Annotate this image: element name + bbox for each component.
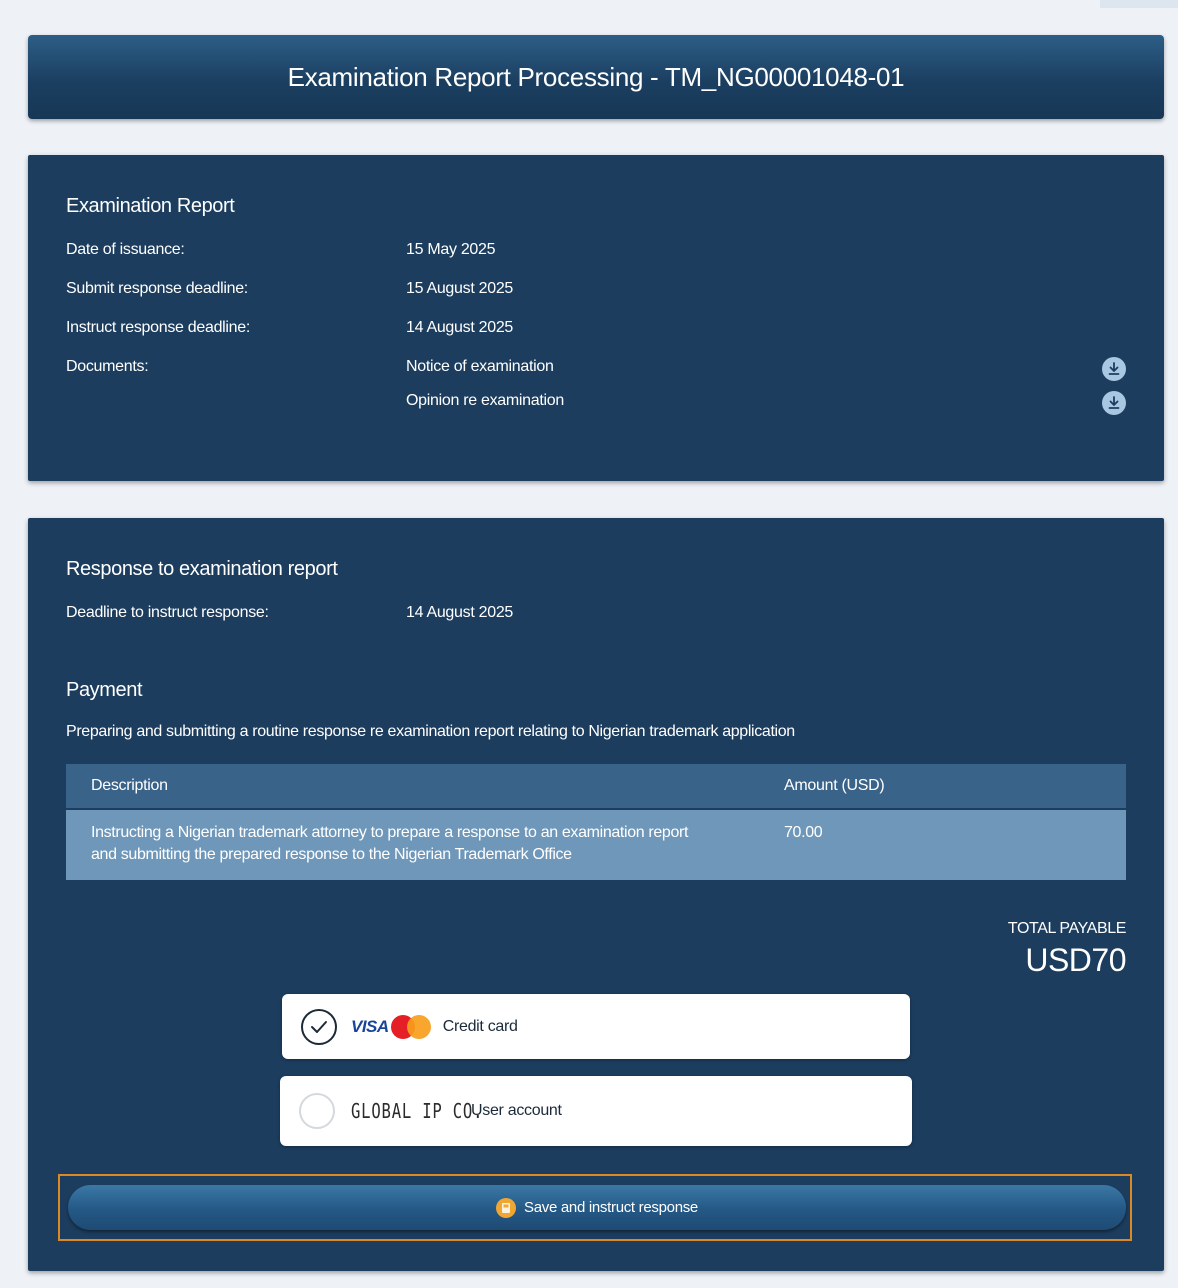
total-payable-label: TOTAL PAYABLE [1007,920,1127,937]
save-and-instruct-label: Save and instruct response [524,1199,698,1216]
corner-tab [1100,0,1178,8]
action-highlight-frame: Save and instruct response [58,1174,1132,1241]
radio-unchecked-icon[interactable] [299,1093,335,1129]
examination-report-panel: Examination Report Date of issuance: 15 … [28,155,1164,481]
documents-label: Documents: [66,358,149,375]
fee-description: Instructing a Nigerian trademark attorne… [66,822,784,866]
fee-description-line: Instructing a Nigerian trademark attorne… [91,824,689,841]
user-account-label: User account [471,1102,562,1119]
instruct-deadline-value: 14 August 2025 [406,319,514,336]
submit-deadline-label: Submit response deadline: [66,280,248,297]
total-payable-value: USD70 [1025,942,1126,978]
examination-report-title: Examination Report [66,195,235,217]
mastercard-logo-icon [390,1014,431,1039]
payment-option-user-account[interactable]: GLOBAL IP CO. User account [280,1076,912,1146]
page-title: Examination Report Processing - TM_NG000… [287,61,905,92]
response-deadline-value: 14 August 2025 [406,604,514,621]
credit-card-label: Credit card [442,1017,518,1035]
table-row: Instructing a Nigerian trademark attorne… [66,810,1126,880]
instruct-deadline-label: Instruct response deadline: [66,319,251,336]
radio-checked-icon[interactable] [301,1008,337,1045]
visa-logo-icon: VISA [351,1016,389,1036]
payment-title: Payment [66,679,143,701]
document-link-opinion[interactable]: Opinion re examination [406,392,564,410]
download-icon[interactable] [1102,357,1126,381]
save-and-instruct-button[interactable]: Save and instruct response [68,1185,1126,1230]
response-panel: Response to examination report Deadline … [28,518,1164,1271]
fee-description-line: and submitting the prepared response to … [91,846,572,863]
fee-amount: 70.00 [784,824,823,841]
response-title: Response to examination report [66,558,338,580]
fee-table: Description Amount (USD) Instructing a N… [66,764,1126,880]
download-icon[interactable] [1102,391,1126,415]
date-of-issuance-value: 15 May 2025 [406,241,496,258]
column-header-amount: Amount (USD) [784,777,885,794]
date-of-issuance-label: Date of issuance: [66,241,185,258]
column-header-description: Description [91,777,168,794]
submit-deadline-value: 15 August 2025 [406,280,514,297]
response-deadline-label: Deadline to instruct response: [66,604,269,621]
table-header: Description Amount (USD) [66,764,1126,810]
payment-option-credit-card[interactable]: VISA Credit card [282,994,910,1059]
page-header: Examination Report Processing - TM_NG000… [28,35,1164,119]
save-icon [496,1197,516,1218]
global-ip-logo-icon: GLOBAL IP CO. [351,1099,484,1123]
payment-description: Preparing and submitting a routine respo… [66,723,795,740]
document-link-notice[interactable]: Notice of examination [406,358,554,376]
